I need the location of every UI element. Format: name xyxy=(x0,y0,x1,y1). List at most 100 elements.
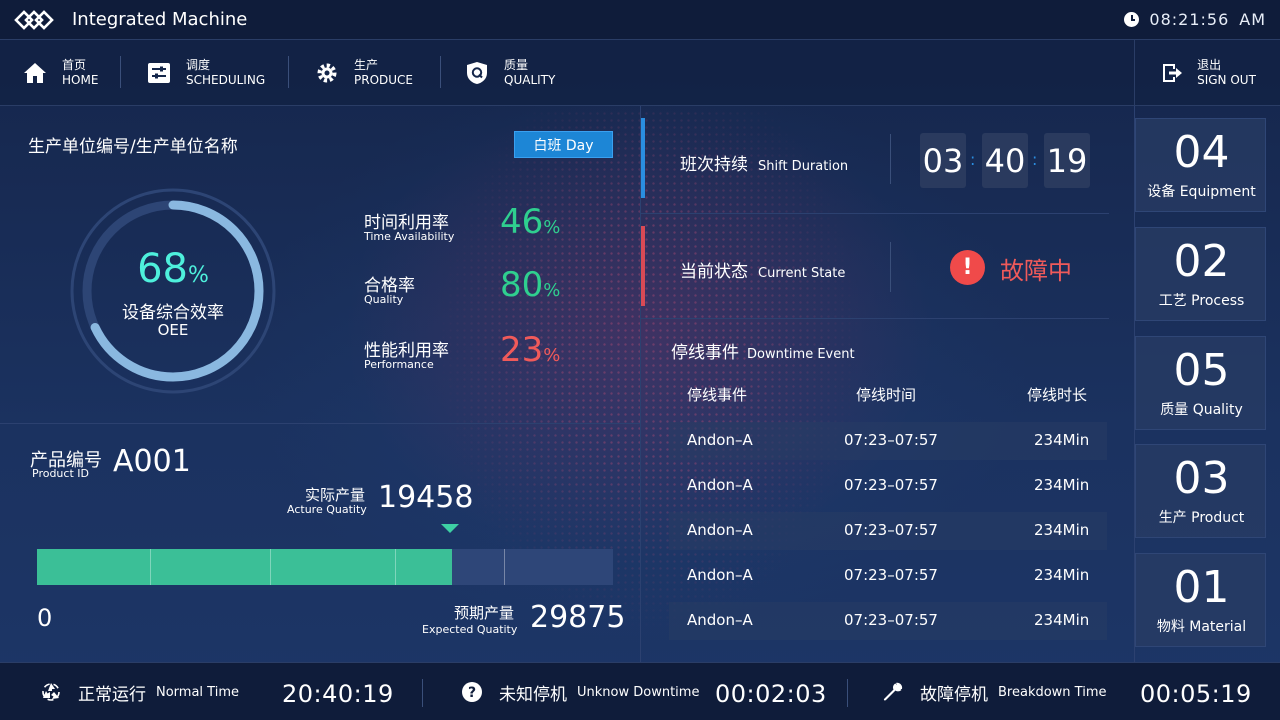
product-id-label-en: Product ID xyxy=(32,467,89,480)
cell-event: Andon–A xyxy=(687,521,753,539)
footer-value: 20:40:19 xyxy=(282,680,394,708)
cell-event: Andon–A xyxy=(687,611,753,629)
footer-label-en: Breakdown Time xyxy=(998,684,1107,700)
shift-badge[interactable]: 白班 Day xyxy=(514,131,613,158)
app-title: Integrated Machine xyxy=(72,9,248,30)
state-accent-bar xyxy=(641,226,645,306)
duration-minutes: 40 xyxy=(982,133,1028,188)
metric-number: 46 xyxy=(500,202,544,242)
current-state-cn: 当前状态 xyxy=(680,262,748,282)
nav-quality-en: QUALITY xyxy=(504,73,556,87)
cell-time: 07:23–07:57 xyxy=(844,566,938,584)
metric-value: 23% xyxy=(500,330,560,370)
nav-divider xyxy=(288,56,289,88)
alert-icon: ! xyxy=(950,250,985,285)
nav-quality[interactable]: 质量 QUALITY xyxy=(464,40,555,106)
recycle-icon xyxy=(40,681,62,703)
expected-quantity-value: 29875 xyxy=(530,600,626,635)
table-row[interactable]: Andon–A 07:23–07:57 234Min xyxy=(669,422,1107,460)
signout-cn: 退出 xyxy=(1197,58,1222,72)
side-card-equipment[interactable]: 04 设备 Equipment xyxy=(1135,118,1266,212)
footer-breakdown-time: 故障停机 Breakdown Time xyxy=(882,663,1107,720)
oee-percent: % xyxy=(188,263,209,288)
nav-scheduling-en: SCHEDULING xyxy=(186,73,266,87)
nav-scheduling-cn: 调度 xyxy=(186,58,211,72)
production-progress-bar xyxy=(37,549,613,585)
table-row[interactable]: Andon–A 07:23–07:57 234Min xyxy=(669,467,1107,505)
cell-event: Andon–A xyxy=(687,431,753,449)
nav-scheduling[interactable]: 调度 SCHEDULING xyxy=(146,40,265,106)
downtime-title: 停线事件 Downtime Event xyxy=(671,338,855,363)
cell-time: 07:23–07:57 xyxy=(844,476,938,494)
oee-label-en: OEE xyxy=(157,321,189,339)
duration-seconds: 19 xyxy=(1044,133,1090,188)
progress-tick xyxy=(270,549,271,585)
side-card-quality[interactable]: 05 质量 Quality xyxy=(1135,336,1266,430)
footer-divider xyxy=(847,679,848,707)
footer-divider xyxy=(422,679,423,707)
side-card-process[interactable]: 02 工艺 Process xyxy=(1135,227,1266,321)
gear-icon xyxy=(314,60,340,86)
metric-time-availability: 时间利用率 Time Availability 46% xyxy=(364,202,624,258)
side-card-count: 01 xyxy=(1173,562,1230,613)
status-footer: 正常运行 Normal Time 20:40:19 ? 未知停机 Unknow … xyxy=(0,662,1280,720)
nav-divider xyxy=(440,56,441,88)
metric-number: 23 xyxy=(500,330,544,370)
nav-quality-cn: 质量 xyxy=(504,58,529,72)
title-bar: Integrated Machine 08:21:56 AM xyxy=(0,0,1280,40)
side-card-count: 04 xyxy=(1173,127,1230,178)
column-header-time: 停线时间 xyxy=(856,386,917,404)
footer-value: 00:02:03 xyxy=(715,680,827,708)
table-row[interactable]: Andon–A 07:23–07:57 234Min xyxy=(669,557,1107,595)
table-row[interactable]: Andon–A 07:23–07:57 234Min xyxy=(669,512,1107,550)
nav-produce-en: PRODUCE xyxy=(354,73,414,87)
progress-tick xyxy=(395,549,396,585)
table-row[interactable]: Andon–A 07:23–07:57 234Min xyxy=(669,602,1107,640)
cell-time: 07:23–07:57 xyxy=(844,611,938,629)
metric-label-en: Quality xyxy=(364,293,404,306)
signout-button[interactable]: 退出 SIGN OUT xyxy=(1134,40,1280,106)
svg-text:?: ? xyxy=(468,685,476,701)
nav-produce-cn: 生产 xyxy=(354,58,379,72)
actual-quantity-label-cn: 实际产量 xyxy=(305,486,366,504)
question-icon: ? xyxy=(461,681,483,703)
footer-label-cn: 故障停机 xyxy=(920,684,988,705)
cell-event: Andon–A xyxy=(687,476,753,494)
metric-percent: % xyxy=(543,217,561,238)
home-icon xyxy=(22,60,48,86)
row-divider xyxy=(641,318,1109,319)
side-card-product[interactable]: 03 生产 Product xyxy=(1135,444,1266,538)
downtime-title-cn: 停线事件 xyxy=(671,343,739,363)
duration-hours: 03 xyxy=(920,133,966,188)
metric-label-en: Time Availability xyxy=(364,230,455,243)
nav-produce[interactable]: 生产 PRODUCE xyxy=(314,40,413,106)
metric-performance: 性能利用率 Performance 23% xyxy=(364,330,624,386)
side-card-count: 03 xyxy=(1173,453,1230,504)
sliders-icon xyxy=(146,60,172,86)
metric-percent: % xyxy=(543,280,561,301)
cell-duration: 234Min xyxy=(1034,566,1090,584)
column-header-duration: 停线时长 xyxy=(1027,386,1088,404)
wrench-icon xyxy=(882,681,904,703)
footer-normal-time: 正常运行 Normal Time xyxy=(40,663,239,720)
exit-icon xyxy=(1159,60,1185,86)
column-header-event: 停线事件 xyxy=(687,386,748,404)
side-card-label: 生产 Product xyxy=(1158,510,1245,526)
divider xyxy=(890,134,891,184)
row-divider xyxy=(641,213,1109,214)
nav-divider xyxy=(120,56,121,88)
product-id-value: A001 xyxy=(113,444,191,479)
side-card-material[interactable]: 01 物料 Material xyxy=(1135,553,1266,647)
duration-colon: : xyxy=(970,150,976,169)
current-state-en: Current State xyxy=(758,266,846,281)
current-state-value: 故障中 xyxy=(1000,257,1072,285)
section-divider xyxy=(0,423,640,424)
current-state-label: 当前状态 Current State xyxy=(680,257,845,282)
oee-number: 68 xyxy=(137,246,188,292)
progress-fill xyxy=(37,549,452,585)
clock: 08:21:56 AM xyxy=(1124,10,1266,29)
nav-bar: 首页 HOME 调度 SCHEDULING 生产 PRODUCE 质量 QUALITY … xyxy=(0,40,1280,106)
downtime-title-en: Downtime Event xyxy=(747,347,855,362)
nav-home[interactable]: 首页 HOME xyxy=(22,40,98,106)
metric-number: 80 xyxy=(500,265,544,305)
